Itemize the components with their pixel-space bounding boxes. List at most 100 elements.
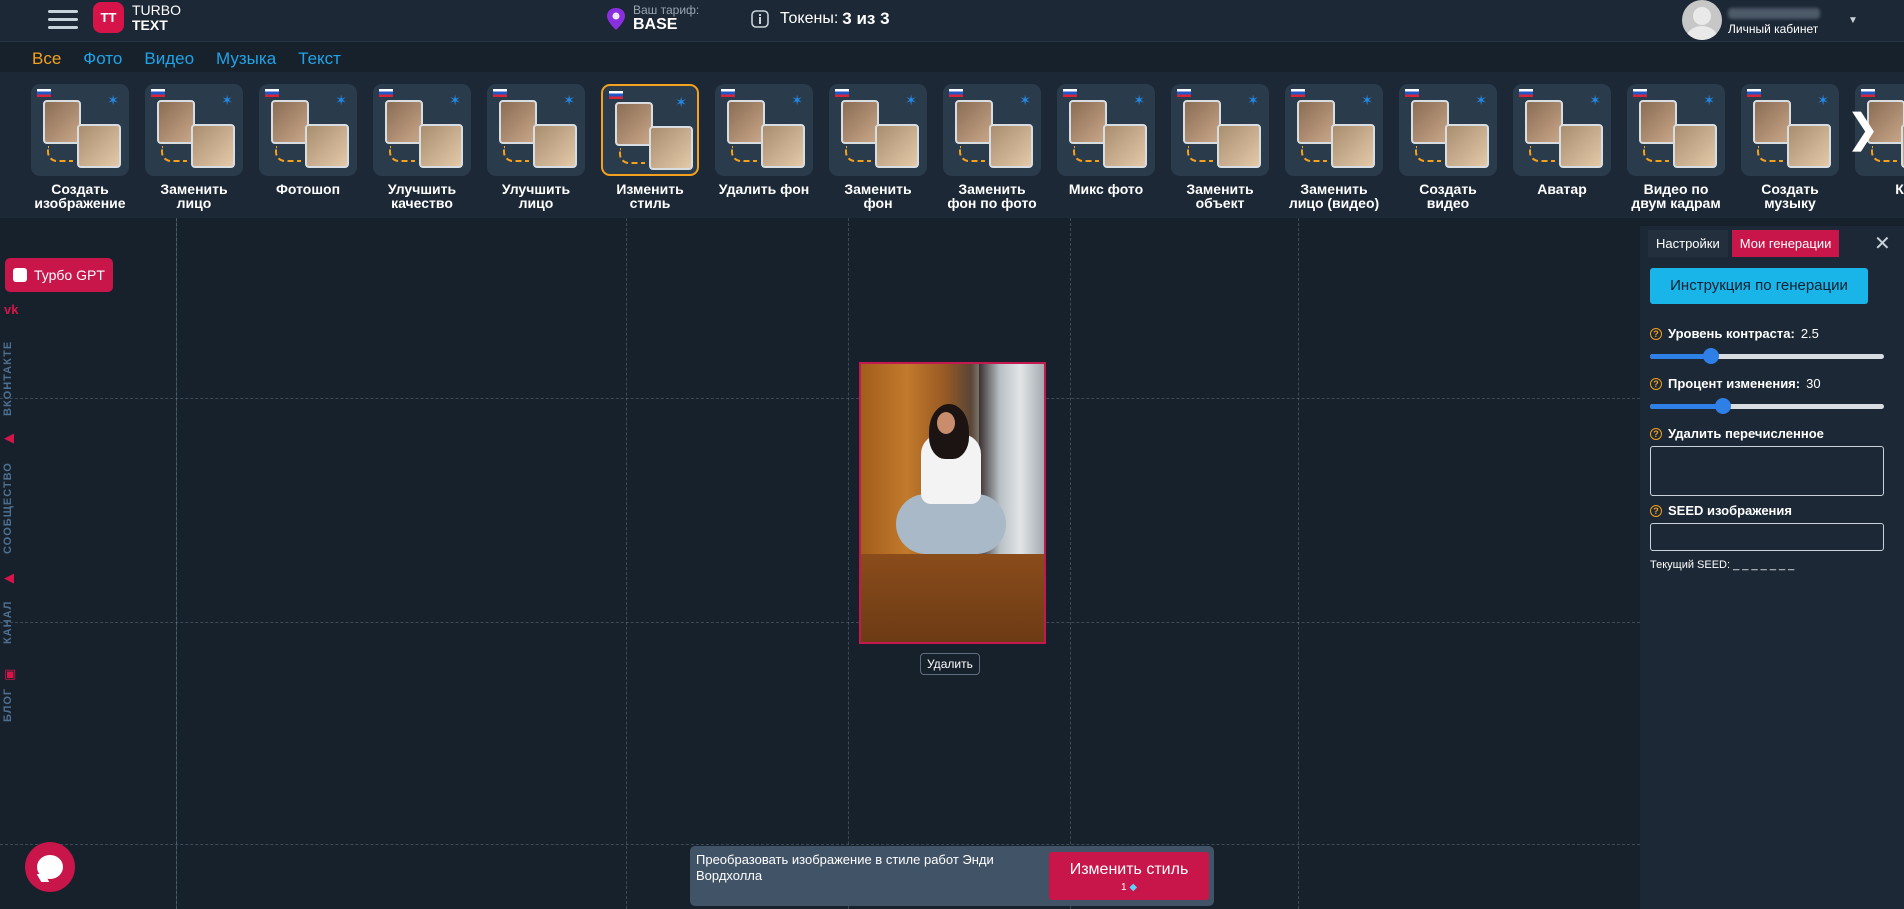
plan-name: BASE xyxy=(633,16,678,33)
seed-input[interactable] xyxy=(1650,523,1884,551)
flag-ru-icon xyxy=(609,91,623,99)
account-menu[interactable]: Личный кабинет ▼ xyxy=(1682,0,1858,40)
chat-support-button[interactable] xyxy=(25,842,75,892)
cost-value: 1 xyxy=(1120,882,1127,893)
arrow-icon xyxy=(845,146,871,162)
tool-label: Аватар xyxy=(1537,181,1587,197)
change-style-button[interactable]: Изменить стиль 1 ◆ xyxy=(1049,852,1209,900)
contrast-slider-handle[interactable] xyxy=(1702,348,1719,364)
tool-card[interactable]: ✶ Микс фото xyxy=(1056,84,1156,196)
flag-ru-icon xyxy=(379,89,393,97)
flag-ru-icon xyxy=(949,89,963,97)
sparkle-icon: ✶ xyxy=(563,92,575,108)
prompt-input[interactable] xyxy=(696,852,1036,898)
tool-thumbnail: ✶ xyxy=(1171,84,1269,176)
social-channel-label: КАНАЛ xyxy=(2,600,14,644)
tool-card[interactable]: ✶ Фотошоп xyxy=(258,84,358,196)
tool-card[interactable]: ✶ Аватар xyxy=(1512,84,1612,196)
tool-thumbnail: ✶ xyxy=(715,84,813,176)
sparkle-icon: ✶ xyxy=(1703,92,1715,108)
sparkle-icon: ✶ xyxy=(1817,92,1829,108)
help-icon[interactable]: ? xyxy=(1650,377,1662,390)
carousel-next-icon[interactable]: ❯ xyxy=(1846,106,1880,152)
location-pin-icon xyxy=(607,7,625,30)
flag-ru-icon xyxy=(1633,89,1647,97)
change-percent-slider-handle[interactable] xyxy=(1714,398,1731,414)
tool-card[interactable]: ✶ Заменить лицо xyxy=(144,84,244,210)
arrow-icon xyxy=(959,146,985,162)
tool-thumbnail: ✶ xyxy=(487,84,585,176)
tool-card[interactable]: ✶ Удалить фон xyxy=(714,84,814,196)
tool-thumbnail: ✶ xyxy=(1399,84,1497,176)
tool-card[interactable]: ✶ Заменить фон по фото xyxy=(942,84,1042,210)
flag-ru-icon xyxy=(1063,89,1077,97)
flag-ru-icon xyxy=(1519,89,1533,97)
turbo-gpt-label: Турбо GPT xyxy=(34,267,105,283)
tool-card[interactable]: ✶ Заменить фон xyxy=(828,84,928,210)
gem-icon: ◆ xyxy=(1129,882,1138,893)
turbo-gpt-button[interactable]: Турбо GPT xyxy=(5,258,113,292)
arrow-icon xyxy=(503,146,529,162)
tool-label: Создать изображение xyxy=(34,181,126,211)
chevron-down-icon[interactable]: ▼ xyxy=(1848,15,1858,26)
remove-listed-input[interactable] xyxy=(1650,446,1884,496)
arrow-icon xyxy=(1415,146,1441,162)
tool-thumbnail: ✶ xyxy=(943,84,1041,176)
arrow-icon xyxy=(1187,146,1213,162)
account-label: Личный кабинет xyxy=(1728,22,1819,36)
help-icon[interactable]: ? xyxy=(1650,327,1662,340)
sparkle-icon: ✶ xyxy=(675,94,687,110)
tab-my-generations[interactable]: Мои генерации xyxy=(1731,230,1840,257)
sparkle-icon: ✶ xyxy=(1475,92,1487,108)
contrast-value: 2.5 xyxy=(1800,326,1819,341)
logo-badge: TT xyxy=(93,2,124,33)
tool-card[interactable]: ✶ Создать музыку xyxy=(1740,84,1840,210)
tool-label: Фотошоп xyxy=(275,181,341,197)
tool-thumbnail: ✶ xyxy=(373,84,471,176)
uploaded-photo[interactable] xyxy=(859,362,1046,644)
help-icon[interactable]: ? xyxy=(1650,504,1662,517)
tool-card[interactable]: ✶ Создать изображение xyxy=(30,84,130,210)
tool-card[interactable]: ✶ Улучшить качество xyxy=(372,84,472,210)
flag-ru-icon xyxy=(1747,89,1761,97)
category-music[interactable]: Музыка xyxy=(216,49,276,69)
delete-photo-button[interactable]: Удалить xyxy=(920,653,980,675)
category-photo[interactable]: Фото xyxy=(83,49,122,69)
flag-ru-icon xyxy=(835,89,849,97)
info-icon xyxy=(751,10,769,28)
sparkle-icon: ✶ xyxy=(1589,92,1601,108)
robot-icon xyxy=(13,268,27,282)
tool-card[interactable]: ✶ Изменить стиль xyxy=(600,84,700,210)
category-text[interactable]: Текст xyxy=(298,49,341,69)
flag-ru-icon xyxy=(37,89,51,97)
tool-card[interactable]: ✶ Заменить лицо (видео) xyxy=(1284,84,1384,210)
tool-card[interactable]: ✶ Заменить объект xyxy=(1170,84,1270,210)
logo[interactable]: TT TURBO TEXT xyxy=(93,2,181,33)
tool-thumbnail: ✶ xyxy=(145,84,243,176)
help-icon[interactable]: ? xyxy=(1650,427,1662,440)
tool-card[interactable]: ✶ Улучшить лицо xyxy=(486,84,586,210)
tool-thumbnail: ✶ xyxy=(31,84,129,176)
tool-label: Видео по двум кадрам xyxy=(1631,181,1721,211)
contrast-slider[interactable] xyxy=(1650,348,1884,364)
category-video[interactable]: Видео xyxy=(144,49,194,69)
tokens-info[interactable]: Токены: 3 из 3 xyxy=(750,9,890,29)
plan-info[interactable]: Ваш тариф: BASE xyxy=(606,3,699,34)
tool-label: Удалить фон xyxy=(718,181,810,197)
tab-settings[interactable]: Настройки xyxy=(1648,230,1728,257)
close-icon[interactable]: ✕ xyxy=(1874,231,1891,256)
arrow-icon xyxy=(389,146,415,162)
menu-icon[interactable] xyxy=(48,6,78,34)
change-percent-slider[interactable] xyxy=(1650,398,1884,414)
tool-thumbnail: ✶ xyxy=(1513,84,1611,176)
category-all[interactable]: Все xyxy=(32,49,61,69)
arrow-icon xyxy=(1643,146,1669,162)
flag-ru-icon xyxy=(1861,89,1875,97)
generation-instruction-button[interactable]: Инструкция по генерации xyxy=(1650,268,1868,304)
flag-ru-icon xyxy=(1405,89,1419,97)
plan-caption: Ваш тариф: xyxy=(633,3,700,17)
flag-ru-icon xyxy=(1291,89,1305,97)
tool-card[interactable]: ✶ Создать видео xyxy=(1398,84,1498,210)
tool-card[interactable]: ✶ Видео по двум кадрам xyxy=(1626,84,1726,210)
tool-thumbnail: ✶ xyxy=(259,84,357,176)
